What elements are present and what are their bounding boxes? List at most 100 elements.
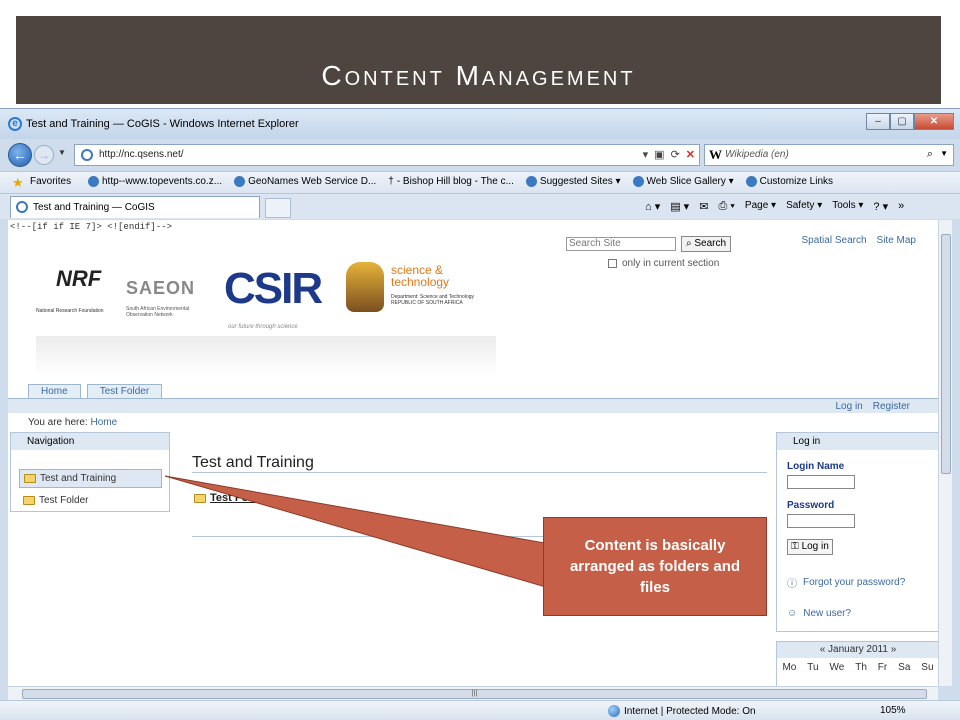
browser-tab[interactable]: Test and Training — CoGIS — [10, 196, 260, 218]
only-current-label: only in current section — [622, 258, 720, 269]
stop-icon[interactable]: ✕ — [686, 148, 695, 161]
favorite-label: - Bishop Hill blog - The c... — [396, 176, 514, 187]
site-search-input[interactable]: Search Site — [566, 237, 676, 251]
print-icon[interactable]: ⎙ ▾ — [718, 200, 734, 213]
search-options-icon[interactable]: ▼ — [940, 149, 948, 158]
content-folder-link[interactable]: Test Folder — [194, 492, 268, 504]
tab-test-folder[interactable]: Test Folder — [86, 384, 163, 398]
nav-item-test-and-training[interactable]: Test and Training — [19, 469, 162, 488]
favorites-star-icon[interactable]: ★ — [12, 175, 24, 191]
favorite-label: Customize Links — [759, 176, 833, 187]
favorite-link[interactable]: † - Bishop Hill blog - The c... — [388, 176, 514, 187]
search-provider-text[interactable]: Wikipedia (en) — [725, 149, 789, 160]
history-dropdown-icon[interactable]: ▼ — [58, 148, 66, 157]
maximize-button[interactable]: ▢ — [890, 113, 914, 130]
mail-icon[interactable]: ✉ — [699, 200, 708, 213]
slide: Content Management e Test and Training —… — [0, 0, 960, 720]
back-button[interactable]: ← — [8, 143, 32, 167]
close-button[interactable]: ✕ — [914, 113, 954, 130]
web-slice-icon — [632, 176, 644, 187]
home-icon[interactable]: ⌂ ▾ — [645, 200, 660, 213]
dst-logo-subtext: Department: Science and Technology REPUB… — [391, 294, 475, 306]
address-tools: ▾ ▣ ⟳ ✕ — [643, 148, 695, 161]
favorite-link[interactable]: Web Slice Gallery ▾ — [632, 176, 734, 187]
register-link[interactable]: Register — [873, 401, 910, 412]
safety-menu[interactable]: Safety ▾ — [786, 200, 822, 213]
vertical-scroll-thumb[interactable] — [941, 234, 951, 474]
tools-menu[interactable]: Tools ▾ — [832, 200, 863, 213]
minimize-button[interactable]: – — [866, 113, 890, 130]
site-search-button[interactable]: ⌕ Search — [681, 236, 731, 252]
zoom-level[interactable]: 105% — [880, 705, 906, 716]
compatibility-view-icon[interactable]: ▣ — [654, 148, 664, 161]
login-button[interactable]: ⚿ Log in — [787, 539, 833, 555]
favorites-bar: ★ Favorites http--www.topevents.co.z... … — [0, 171, 960, 193]
favorite-link[interactable]: GeoNames Web Service D... — [234, 176, 376, 187]
tab-home[interactable]: Home — [28, 384, 81, 398]
breadcrumb-prefix: You are here: — [28, 417, 88, 428]
favorite-label: Web Slice Gallery ▾ — [646, 176, 734, 187]
new-user-label: New user? — [803, 608, 852, 619]
partner-logos: NRF National Research Foundation SAEON S… — [36, 256, 496, 376]
info-icon: ⓘ — [787, 579, 797, 590]
content-footer-divider — [192, 536, 552, 537]
only-current-checkbox[interactable] — [608, 259, 617, 268]
weekday: Th — [855, 662, 867, 673]
login-name-field[interactable] — [787, 475, 855, 489]
password-field[interactable] — [787, 514, 855, 528]
feeds-icon[interactable]: ▤ ▾ — [670, 200, 689, 213]
logo-reflection — [36, 336, 496, 376]
vertical-scrollbar[interactable] — [938, 220, 952, 686]
forgot-password-link[interactable]: ⓘ Forgot your password? — [787, 575, 905, 590]
address-bar-row: ← → ▼ http://nc.qsens.net/ ▾ ▣ ⟳ ✕ W Wik… — [0, 139, 960, 171]
content-title: Test and Training — [192, 454, 314, 471]
callout-text: Content is basically arranged as folders… — [569, 537, 741, 596]
favorite-label: GeoNames Web Service D... — [248, 176, 377, 187]
window-titlebar: e Test and Training — CoGIS - Windows In… — [0, 109, 960, 139]
cross-icon: † — [388, 176, 394, 187]
globe-icon — [234, 176, 246, 187]
help-icon[interactable]: ? ▾ — [873, 200, 888, 213]
folder-icon — [23, 496, 35, 505]
command-bar: ⌂ ▾ ▤ ▾ ✉ ⎙ ▾ Page ▾ Safety ▾ Tools ▾ ? … — [645, 200, 904, 213]
calendar-month[interactable]: « January 2011 » — [777, 642, 938, 658]
search-icon[interactable]: ⌕ — [927, 148, 933, 161]
content-divider — [192, 472, 767, 473]
favorite-link[interactable]: http--www.topevents.co.z... — [88, 176, 222, 187]
favorites-button[interactable]: Favorites — [30, 176, 71, 187]
login-link[interactable]: Log in — [836, 401, 863, 412]
horizontal-scrollbar[interactable]: ||| — [8, 686, 938, 700]
dst-logo-text: science & technology — [391, 263, 450, 289]
favorite-link[interactable]: Suggested Sites ▾ — [525, 176, 621, 187]
forward-button[interactable]: → — [34, 145, 54, 165]
horizontal-scroll-thumb[interactable]: ||| — [22, 689, 927, 699]
chevron-right-icon[interactable]: » — [898, 200, 904, 213]
security-zone[interactable]: Internet | Protected Mode: On — [608, 705, 756, 717]
favorite-link[interactable]: Customize Links — [745, 176, 833, 187]
page-menu[interactable]: Page ▾ — [745, 200, 776, 213]
weekday: Tu — [807, 662, 819, 673]
globe-icon — [608, 705, 620, 717]
search-box[interactable]: W Wikipedia (en) ⌕ ▼ — [704, 144, 954, 166]
callout-box: Content is basically arranged as folders… — [543, 517, 767, 616]
new-tab-button[interactable] — [265, 198, 291, 218]
site-map-link[interactable]: Site Map — [877, 235, 916, 246]
favorite-label: http--www.topevents.co.z... — [102, 176, 223, 187]
only-current-section[interactable]: only in current section — [608, 258, 719, 269]
nav-item-test-folder[interactable]: Test Folder — [19, 491, 162, 510]
url-text[interactable]: http://nc.qsens.net/ — [99, 149, 184, 160]
weekday: We — [829, 662, 845, 673]
refresh-icon[interactable]: ⟳ — [671, 148, 680, 161]
personal-bar: Log in Register — [8, 398, 938, 413]
login-button-label: Log in — [801, 541, 829, 552]
dropdown-icon[interactable]: ▾ — [643, 148, 649, 161]
account-links: Log in Register — [836, 401, 911, 412]
new-user-link[interactable]: ☺ New user? — [787, 608, 851, 619]
favorites-links: http--www.topevents.co.z... GeoNames Web… — [88, 176, 833, 187]
saeon-logo-subtext: South African Environmental Observation … — [126, 306, 190, 318]
nrf-logo: NRF National Research Foundation SAEON S… — [36, 258, 216, 328]
address-bar[interactable]: http://nc.qsens.net/ ▾ ▣ ⟳ ✕ — [74, 144, 700, 166]
breadcrumb-home-link[interactable]: Home — [90, 417, 117, 428]
content-folder-label: Test Folder — [210, 492, 269, 504]
spatial-search-link[interactable]: Spatial Search — [801, 235, 866, 246]
